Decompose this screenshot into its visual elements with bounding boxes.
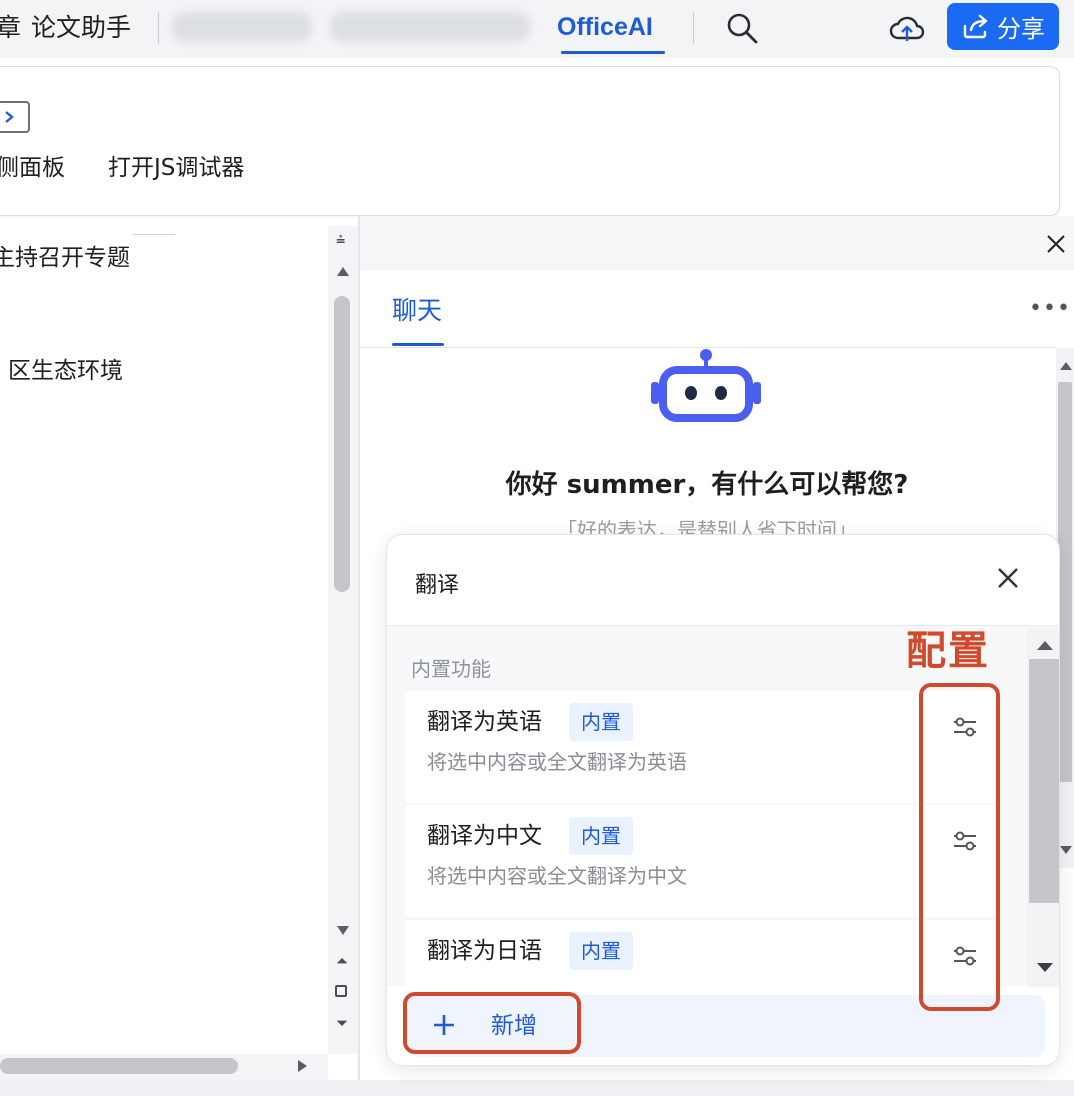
cloud-upload-icon[interactable] <box>888 10 926 46</box>
item-description: 将选中内容或全文翻译为中文 <box>427 864 687 888</box>
search-icon[interactable] <box>724 10 760 46</box>
side-panel-icon[interactable] <box>0 101 30 133</box>
menu-item-partial[interactable]: 章 <box>0 12 21 44</box>
panel-header <box>360 216 1074 270</box>
list-item[interactable]: 翻译为日语 内置 <box>405 920 995 986</box>
previous-page-icon[interactable]: ⏶ <box>336 952 348 970</box>
document-text-line: 区生态环境 <box>8 358 123 384</box>
item-description: 将选中内容或全文翻译为英语 <box>427 750 687 774</box>
more-icon[interactable]: ••• <box>1029 296 1071 321</box>
builtin-badge: 内置 <box>569 817 633 855</box>
list-scroll-thumb[interactable] <box>1029 659 1059 903</box>
scroll-up-arrow[interactable] <box>337 267 349 276</box>
document-text-line: 主持召开专题 <box>0 245 130 271</box>
close-icon[interactable] <box>1044 232 1068 256</box>
share-button[interactable]: 分享 <box>947 3 1059 50</box>
active-tab-indicator <box>561 51 665 54</box>
greeting-text: 你好 summer，有什么可以帮您? <box>505 470 909 500</box>
redacted-region <box>172 12 312 42</box>
annotation-config-box <box>919 683 1000 1011</box>
side-panel-button[interactable]: 侧面板 <box>0 153 65 183</box>
section-label-builtin: 内置功能 <box>411 657 491 681</box>
next-page-icon[interactable]: ⏷ <box>336 1014 348 1032</box>
annotation-config-label: 配置 <box>906 628 990 674</box>
list-item[interactable]: 翻译为中文 内置 将选中内容或全文翻译为中文 <box>405 805 995 917</box>
annotation-add-box <box>403 992 581 1054</box>
share-label: 分享 <box>997 15 1045 43</box>
slogan-text: 「好的表达，是替别人省下时间」 <box>557 518 857 534</box>
builtin-badge: 内置 <box>569 703 633 741</box>
scroll-down-arrow[interactable] <box>337 926 349 935</box>
status-bar <box>0 1080 1074 1096</box>
list-scroll-down-arrow[interactable] <box>1037 963 1053 972</box>
split-icon[interactable]: ⩮ <box>336 230 345 250</box>
item-title: 翻译为英语 <box>427 709 542 735</box>
menu-item-paper-assistant[interactable]: 论文助手 <box>31 12 131 44</box>
ribbon-panel <box>0 66 1060 216</box>
share-icon <box>961 14 989 40</box>
document-scroll-thumb[interactable] <box>334 296 350 592</box>
popup-title: 翻译 <box>415 573 460 598</box>
builtin-badge: 内置 <box>569 932 633 970</box>
robot-icon <box>648 348 764 424</box>
menu-separator <box>158 12 159 44</box>
page-margin-mark <box>133 234 175 235</box>
list-scroll-up-arrow[interactable] <box>1037 641 1053 650</box>
menu-item-officeai[interactable]: OfficeAI <box>557 10 653 44</box>
js-debugger-button[interactable]: 打开JS调试器 <box>108 153 244 183</box>
item-title: 翻译为日语 <box>427 938 542 964</box>
menu-separator <box>693 12 694 44</box>
chat-scroll-down-arrow[interactable] <box>1060 846 1072 854</box>
chat-scroll-thumb[interactable] <box>1058 382 1072 782</box>
chat-scroll-up-arrow[interactable] <box>1060 362 1072 370</box>
redacted-region <box>330 12 530 42</box>
select-browse-object-icon[interactable] <box>335 985 347 997</box>
tab-chat[interactable]: 聊天 <box>392 296 442 326</box>
scroll-right-arrow[interactable] <box>298 1060 307 1072</box>
horizontal-scroll-thumb[interactable] <box>0 1058 238 1074</box>
list-item[interactable]: 翻译为英语 内置 将选中内容或全文翻译为英语 <box>405 691 995 803</box>
tab-active-indicator <box>392 343 444 346</box>
item-title: 翻译为中文 <box>427 823 542 849</box>
close-icon[interactable] <box>993 563 1023 593</box>
